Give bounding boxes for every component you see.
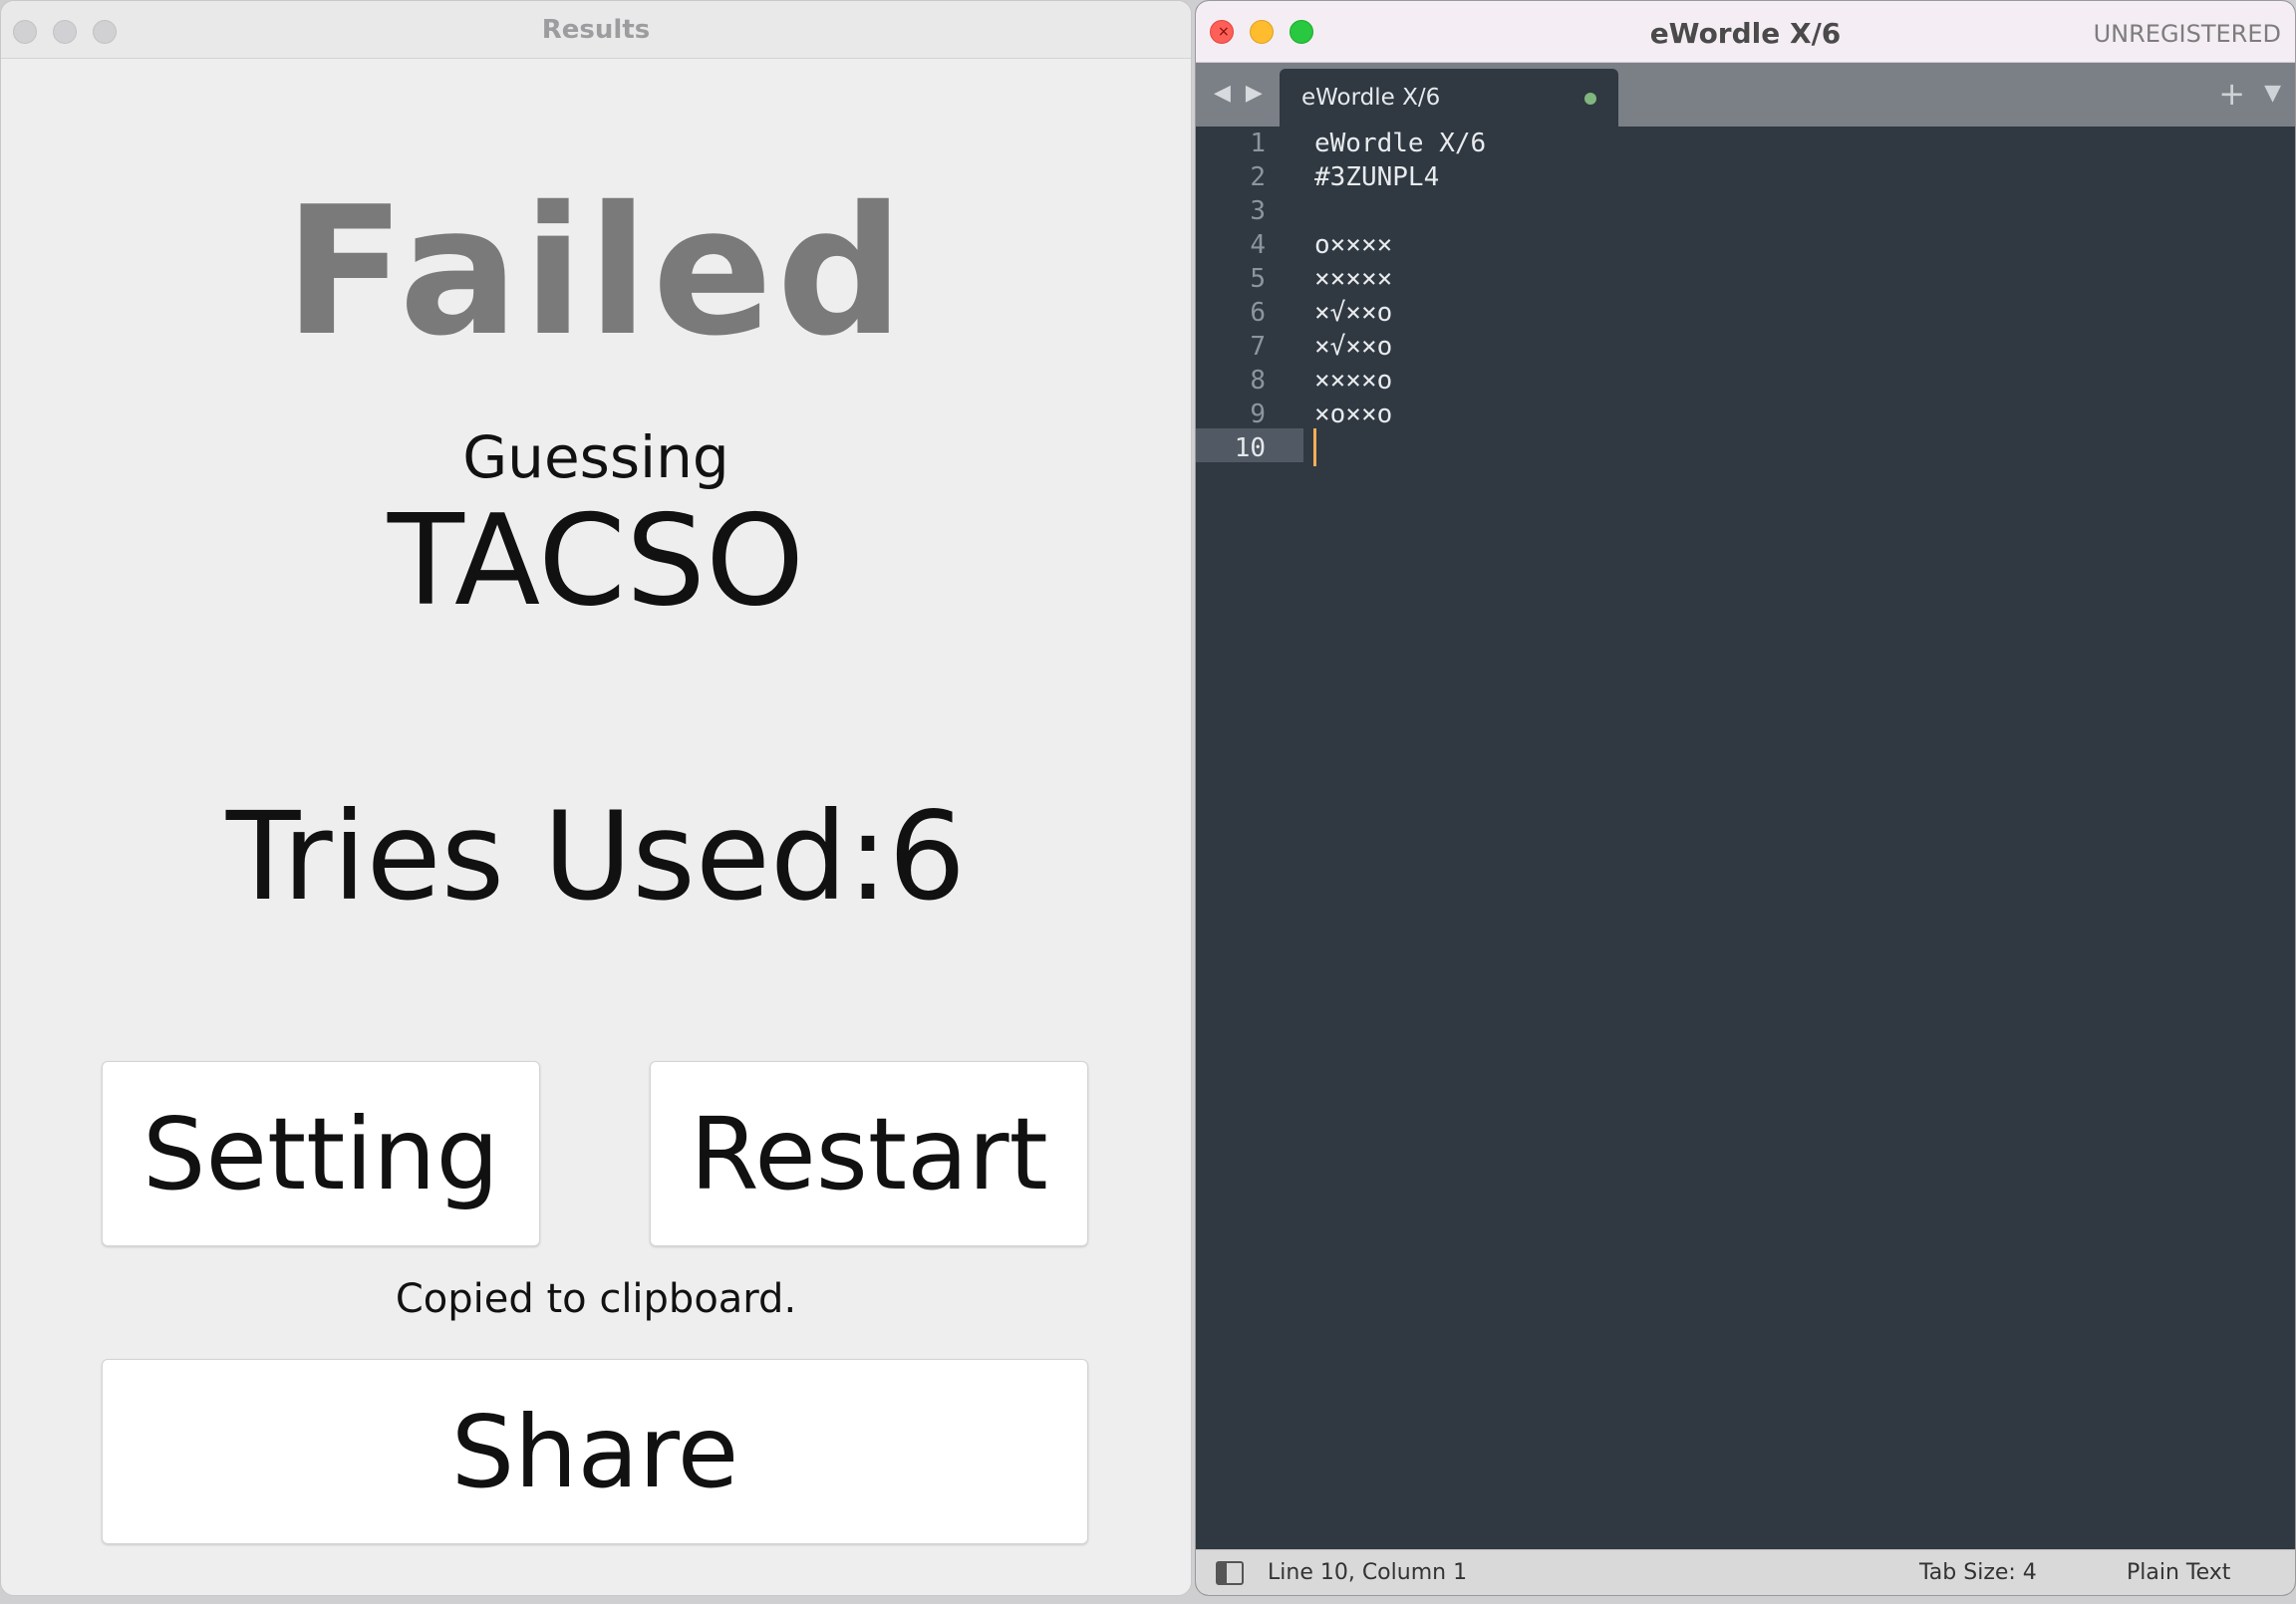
editor-titlebar: × eWordle X/6 UNREGISTERED: [1196, 1, 2295, 63]
line-number-gutter: 1 2 3 4 5 6 7 8 9 10: [1196, 127, 1303, 1549]
line-number: 2: [1250, 162, 1266, 192]
code-line: eWordle X/6: [1314, 129, 1487, 158]
registration-status: UNREGISTERED: [2093, 20, 2281, 48]
result-heading: Failed: [284, 168, 908, 375]
editor-window: × eWordle X/6 UNREGISTERED ◀ ▶ eWordle X…: [1195, 0, 2296, 1596]
code-line: ×√××o: [1314, 298, 1393, 328]
status-bar: Line 10, Column 1 Tab Size: 4 Plain Text: [1196, 1549, 2295, 1595]
setting-button[interactable]: Setting: [102, 1061, 540, 1246]
code-line: o××××: [1314, 230, 1393, 260]
cursor-position[interactable]: Line 10, Column 1: [1268, 1560, 1467, 1585]
syntax-selector[interactable]: Plain Text: [2127, 1560, 2230, 1585]
code-line: ×o××o: [1314, 400, 1393, 429]
line-number: 3: [1250, 196, 1266, 226]
sidebar-toggle-icon[interactable]: [1216, 1561, 1244, 1585]
code-line: #3ZUNPL4: [1314, 162, 1440, 192]
text-cursor: [1313, 428, 1316, 466]
line-number: 8: [1250, 366, 1266, 396]
code-line: ×××××: [1314, 264, 1393, 294]
results-content: Failed Guessing TACSO Tries Used:6 Setti…: [1, 59, 1191, 1595]
editor-text-area[interactable]: 1 2 3 4 5 6 7 8 9 10 eWordle X/6 #3ZUNPL…: [1196, 127, 2295, 1549]
modified-dot-icon[interactable]: [1584, 93, 1596, 105]
line-number: 9: [1250, 400, 1266, 429]
tab-nav-arrows-icon[interactable]: ◀ ▶: [1214, 81, 1267, 106]
tab-ewordle[interactable]: eWordle X/6: [1280, 69, 1618, 127]
results-titlebar: Results: [1, 1, 1191, 59]
code-line: ×√××o: [1314, 332, 1393, 362]
code-line: ××××o: [1314, 366, 1393, 396]
line-number: 1: [1250, 129, 1266, 158]
answer-word: TACSO: [387, 487, 805, 634]
guessing-label: Guessing: [462, 423, 729, 491]
restart-button[interactable]: Restart: [650, 1061, 1088, 1246]
tab-size-selector[interactable]: Tab Size: 4: [1919, 1560, 2037, 1585]
tab-menu-icon[interactable]: ▼: [2264, 81, 2281, 106]
tab-label: eWordle X/6: [1301, 85, 1441, 111]
copied-message: Copied to clipboard.: [395, 1276, 797, 1322]
line-number: 7: [1250, 332, 1266, 362]
line-number: 5: [1250, 264, 1266, 294]
line-number-current: 10: [1234, 433, 1266, 463]
tries-used-label: Tries Used:6: [225, 786, 967, 928]
share-button[interactable]: Share: [102, 1359, 1088, 1544]
window-title: Results: [541, 15, 651, 45]
tab-bar: ◀ ▶ eWordle X/6 + ▼: [1196, 63, 2295, 127]
new-tab-icon[interactable]: +: [2218, 75, 2245, 113]
results-window: Results Failed Guessing TACSO Tries Used…: [0, 0, 1192, 1596]
line-number: 4: [1250, 230, 1266, 260]
line-number: 6: [1250, 298, 1266, 328]
